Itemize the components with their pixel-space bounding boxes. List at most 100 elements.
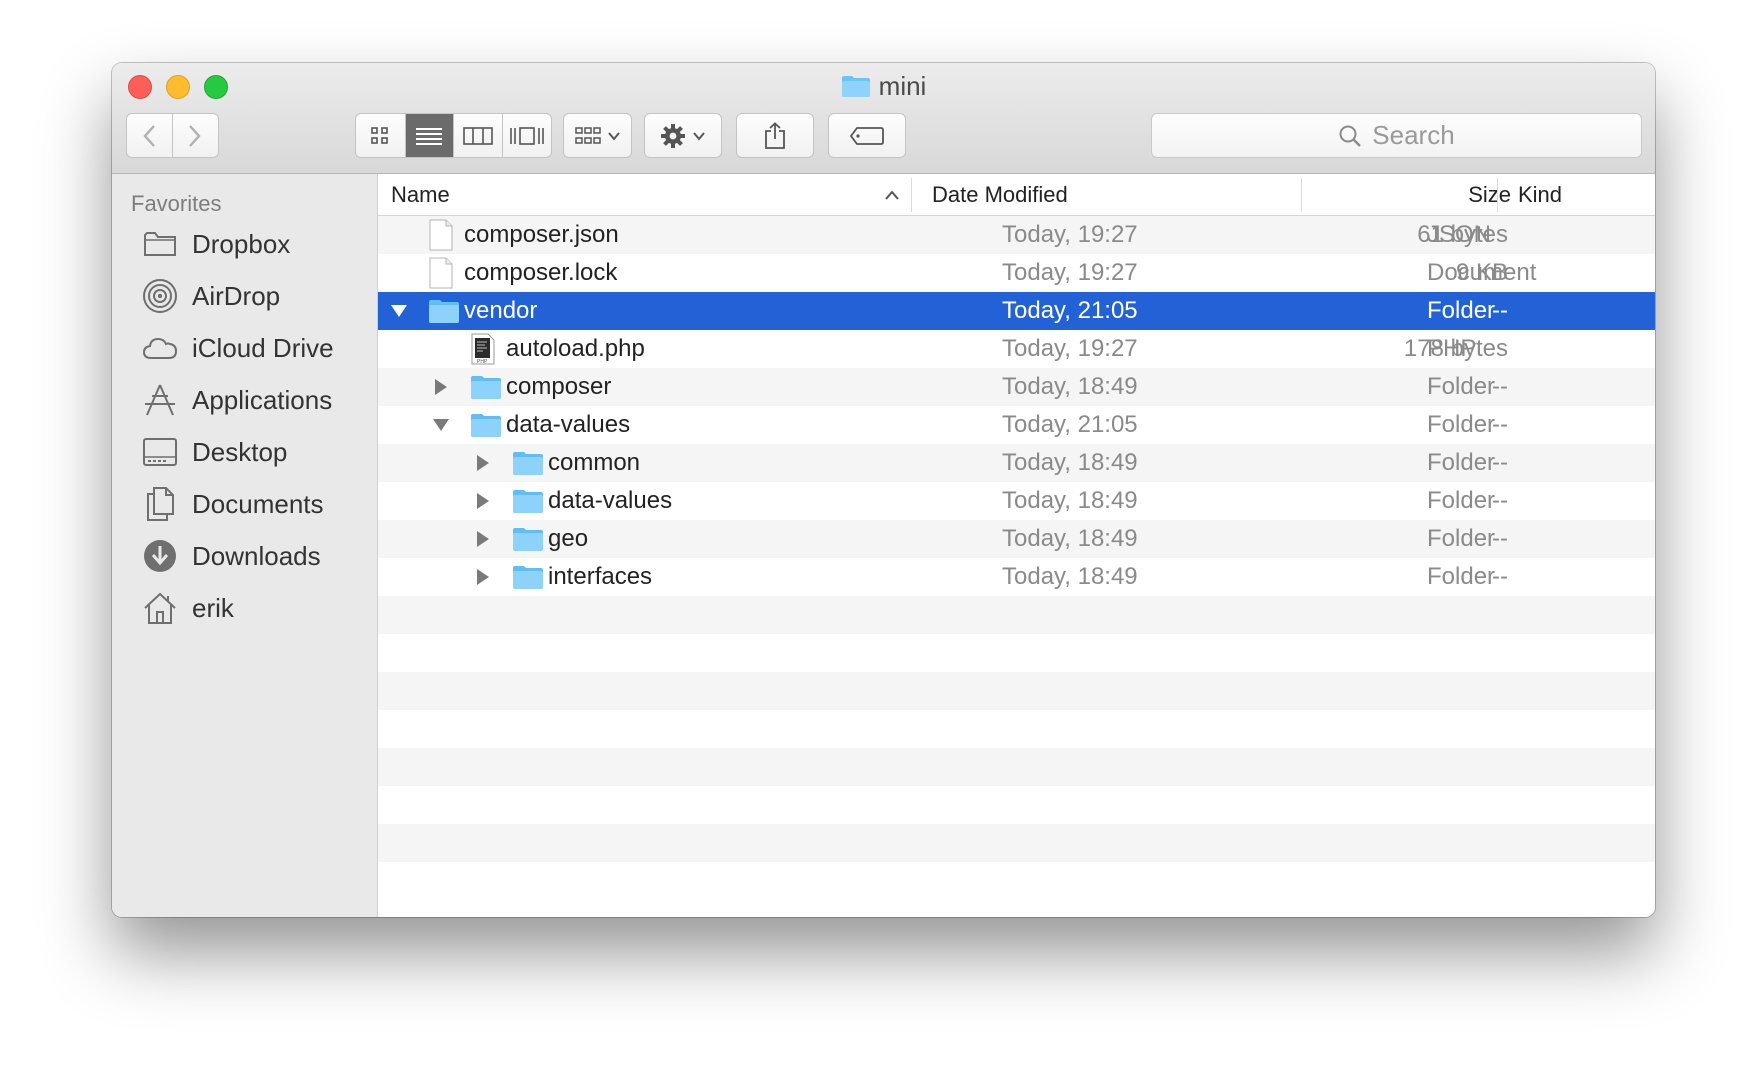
file-name: geo [548,525,589,552]
sidebar-item-label: iCloud Drive [192,332,334,363]
folder-icon [841,74,871,105]
sidebar-item-dropbox[interactable]: Dropbox [142,223,290,265]
gear-icon [661,123,685,148]
list-view-button[interactable] [405,114,454,157]
file-kind: PHP [1427,335,1477,362]
share-button[interactable] [736,113,814,158]
file-kind: Folder [1427,487,1496,514]
file-row[interactable]: PHP autoload.php Today, 19:27 178 bytes PHP [378,330,1655,368]
file-kind: Folder [1427,297,1496,324]
empty-row [378,824,1655,862]
file-kind: JSON [1427,221,1492,248]
sidebar-item-label: Downloads [192,540,321,571]
sidebar-item-label: AirDrop [192,280,281,311]
disclosure-triangle-open-icon[interactable] [430,406,452,444]
folder-icon [428,298,460,331]
share-icon [765,121,785,149]
cover-flow-button[interactable] [503,114,552,157]
title-bar: mini Search [112,63,1655,174]
column-separator[interactable] [911,178,912,212]
file-date-modified: Today, 21:05 [1002,297,1138,324]
back-button[interactable] [127,114,173,157]
file-row[interactable]: interfaces Today, 18:49 -- Folder [378,558,1655,596]
file-date-modified: Today, 19:27 [1002,335,1138,362]
folder-icon [142,226,178,262]
file-date-modified: Today, 18:49 [1002,487,1138,514]
sidebar-item-icloud-drive[interactable]: iCloud Drive [142,327,334,369]
empty-row [378,672,1655,710]
file-kind: Folder [1427,563,1496,590]
icon-grid-icon [371,126,389,144]
action-button[interactable] [644,113,722,158]
sidebar-item-applications[interactable]: Applications [142,379,332,421]
tag-icon [849,126,884,145]
empty-row [378,862,1655,900]
home-icon [142,590,178,626]
file-row[interactable]: composer.lock Today, 19:27 9 KB Document [378,254,1655,292]
file-row[interactable]: vendor Today, 21:05 -- Folder [378,292,1655,330]
file-row[interactable]: geo Today, 18:49 -- Folder [378,520,1655,558]
edit-tags-button[interactable] [828,113,906,158]
file-date-modified: Today, 18:49 [1002,373,1138,400]
empty-row [378,748,1655,786]
sidebar-item-erik[interactable]: erik [142,587,234,629]
disclosure-triangle-closed-icon[interactable] [472,444,494,482]
file-list-view: Name Date Modified Size Kind composer.js… [378,174,1655,917]
column-header-date-modified[interactable]: Date Modified [932,182,1068,208]
cover-flow-icon [509,126,544,145]
sidebar-item-label: Dropbox [192,228,291,259]
folder-icon [512,488,544,521]
file-date-modified: Today, 19:27 [1002,221,1138,248]
columns-icon [462,126,493,145]
file-row[interactable]: composer Today, 18:49 -- Folder [378,368,1655,406]
file-row[interactable]: common Today, 18:49 -- Folder [378,444,1655,482]
disclosure-triangle-closed-icon[interactable] [430,368,452,406]
chevron-right-icon [189,124,201,147]
empty-row [378,634,1655,672]
column-header-size[interactable]: Size [1468,182,1511,208]
window-title-text: mini [878,71,927,101]
chevron-left-icon [143,124,156,147]
column-separator[interactable] [1497,178,1498,212]
search-field[interactable]: Search [1151,113,1642,158]
forward-button[interactable] [173,114,219,157]
column-separator[interactable] [1301,178,1302,212]
column-header-bar: Name Date Modified Size Kind [378,174,1655,216]
icon-view-button[interactable] [356,114,406,157]
finder-window: mini Search Favorites Dropbox AirDrop iC… [112,63,1655,917]
disclosure-triangle-closed-icon[interactable] [472,482,494,520]
folder-icon [512,450,544,483]
file-name: vendor [464,297,538,324]
disclosure-triangle-open-icon[interactable] [388,292,410,330]
applications-icon [142,382,178,418]
column-view-button[interactable] [454,114,503,157]
navigation-buttons [126,113,219,158]
search-icon [1339,125,1362,147]
arrange-button[interactable] [563,113,632,158]
sidebar-item-documents[interactable]: Documents [142,483,324,525]
file-name: interfaces [548,563,653,590]
file-date-modified: Today, 21:05 [1002,411,1138,438]
desktop-icon [142,434,178,470]
sidebar-item-desktop[interactable]: Desktop [142,431,287,473]
sidebar-item-airdrop[interactable]: AirDrop [142,275,280,317]
folder-icon [470,412,502,445]
empty-row [378,596,1655,634]
cloud-icon [142,330,178,366]
file-date-modified: Today, 18:49 [1002,525,1138,552]
sidebar-item-downloads[interactable]: Downloads [142,535,321,577]
column-header-kind[interactable]: Kind [1518,182,1562,208]
file-row[interactable]: data-values Today, 21:05 -- Folder [378,406,1655,444]
file-name: data-values [506,411,631,438]
window-title: mini [112,71,1655,105]
file-row[interactable]: composer.json Today, 19:27 61 bytes JSON [378,216,1655,254]
file-rows: composer.json Today, 19:27 61 bytes JSON com… [378,216,1655,900]
disclosure-triangle-closed-icon[interactable] [472,558,494,596]
disclosure-triangle-closed-icon[interactable] [472,520,494,558]
file-row[interactable]: data-values Today, 18:49 -- Folder [378,482,1655,520]
document-icon [428,257,454,296]
column-header-name[interactable]: Name [391,182,450,208]
list-lines-icon [416,127,443,145]
airdrop-icon [142,278,178,314]
file-name: common [548,449,641,476]
